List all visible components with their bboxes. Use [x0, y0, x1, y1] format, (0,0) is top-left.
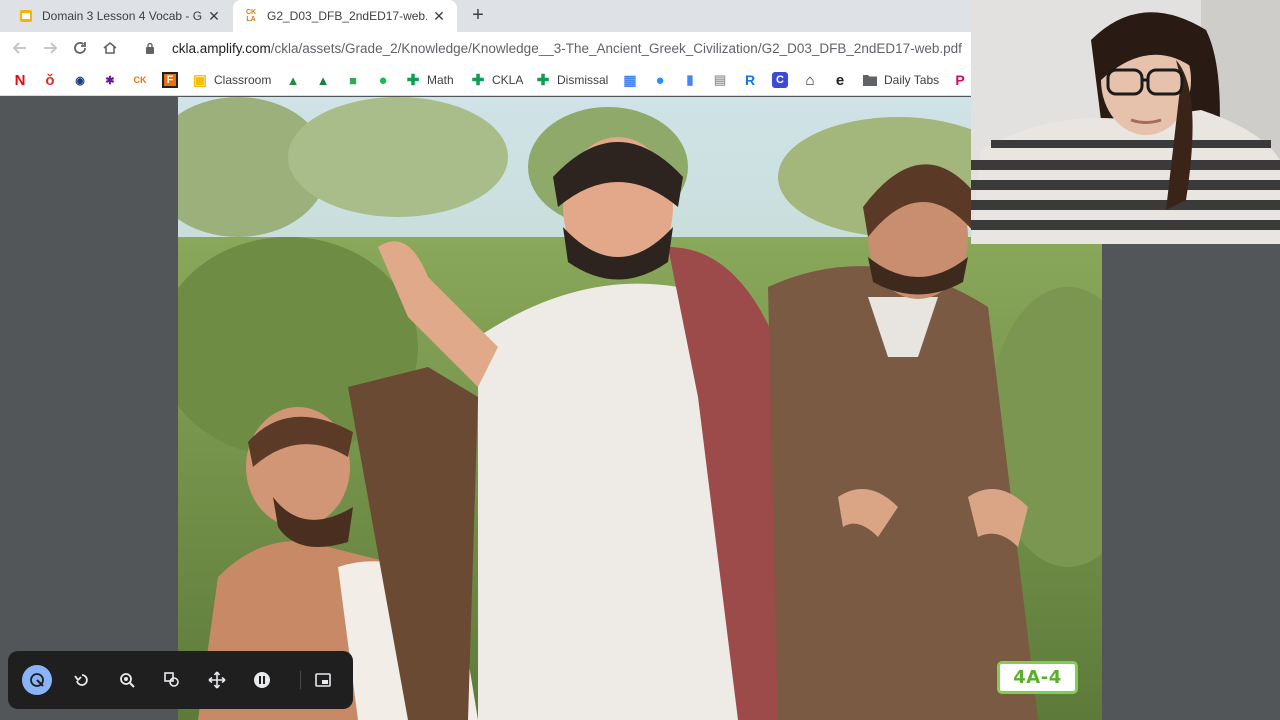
back-arrow-icon [12, 42, 26, 54]
c-icon: C [772, 72, 788, 88]
bookmark-label: Classroom [214, 73, 272, 87]
bookmark-f[interactable]: F [162, 70, 178, 90]
mask-icon: ◉ [75, 74, 85, 87]
spotlight-tool-button[interactable] [112, 665, 142, 695]
close-icon[interactable]: ✕ [431, 8, 447, 24]
doc-icon: ▤ [713, 72, 727, 87]
webcam-feed-image [971, 0, 1280, 244]
new-tab-button[interactable]: + [466, 4, 490, 28]
minimize-icon [315, 673, 331, 687]
p-icon: P [955, 72, 965, 88]
green-app-icon: ■ [349, 72, 357, 88]
ckla-icon: CK LA [245, 9, 257, 23]
tab-title: G2_D03_DFB_2ndED17-web.pdf [267, 9, 427, 23]
drive-icon: ▲ [316, 72, 330, 88]
e-icon: e [835, 71, 845, 89]
home-icon [103, 41, 117, 54]
folder-icon [862, 72, 878, 88]
reload-icon [74, 42, 86, 54]
spider-icon: ✱ [105, 74, 115, 87]
bookmark-doc[interactable]: ▤ [712, 70, 728, 90]
chart-icon: ▮ [686, 72, 694, 87]
cursor-icon [30, 673, 44, 687]
bookmark-mask[interactable]: ◉ [72, 70, 88, 90]
page-label-badge: 4A-4 [997, 661, 1078, 694]
greek-painting-image [178, 97, 1102, 720]
reload-button[interactable] [68, 36, 92, 60]
drive-icon: ▲ [286, 72, 300, 88]
green-circle-icon: ● [378, 71, 388, 89]
url-text: ckla.amplify.com/ckla/assets/Grade_2/Kno… [172, 41, 962, 56]
bookmark-blue-app[interactable]: ▦ [622, 70, 638, 90]
bookmark-zoom[interactable]: ● [652, 70, 668, 90]
toolbar-divider [300, 671, 301, 689]
bookmark-drive[interactable]: ▲ [285, 70, 301, 90]
browser-window: Domain 3 Lesson 4 Vocab - Goo ✕ CK LA G2… [0, 0, 1280, 720]
bookmark-drive-2[interactable]: ▲ [315, 70, 331, 90]
webcam-overlay [971, 0, 1280, 244]
move-tool-button[interactable] [202, 665, 232, 695]
bookmark-math[interactable]: ✚ Math [405, 70, 454, 90]
slides-icon [18, 8, 34, 24]
address-bar[interactable]: ckla.amplify.com/ckla/assets/Grade_2/Kno… [132, 34, 970, 62]
r-icon: R [744, 72, 756, 88]
close-icon[interactable]: ✕ [206, 8, 222, 24]
plus-icon: ✚ [536, 72, 550, 89]
tab-vocab-slides[interactable]: Domain 3 Lesson 4 Vocab - Goo ✕ [8, 0, 232, 32]
bookmark-ckla[interactable]: CK [132, 70, 148, 90]
bookmark-label: Math [427, 73, 454, 87]
blue-app-icon: ▦ [623, 71, 637, 88]
bookmark-dismissal[interactable]: ✚ Dismissal [535, 70, 609, 90]
pause-tool-button[interactable] [247, 665, 277, 695]
bookmark-label: Dismissal [557, 73, 609, 87]
forward-button[interactable] [38, 36, 62, 60]
ckla-icon: CK [133, 75, 147, 85]
netflix-icon: N [14, 71, 26, 89]
plus-icon: ✚ [471, 72, 485, 89]
bookmark-chart[interactable]: ▮ [682, 70, 698, 90]
f-icon: F [162, 72, 178, 88]
bookmark-r[interactable]: R [742, 70, 758, 90]
minimize-tool-button[interactable] [308, 665, 338, 695]
pointer-tool-button[interactable] [22, 665, 52, 695]
undo-icon [74, 674, 88, 686]
plus-icon: ✚ [406, 72, 420, 89]
move-icon [208, 671, 226, 689]
tab-title: Domain 3 Lesson 4 Vocab - Goo [42, 9, 202, 23]
zoom-icon: ● [655, 71, 665, 89]
bookmark-label: CKLA [492, 73, 524, 87]
bookmark-building[interactable]: ⌂ [802, 70, 818, 90]
bookmark-netflix[interactable]: N [12, 70, 28, 90]
bookmark-green-circle[interactable]: ● [375, 70, 391, 90]
bookmark-daily-tabs[interactable]: Daily Tabs [862, 70, 939, 90]
bookmark-label: Daily Tabs [884, 73, 940, 87]
undo-tool-button[interactable] [67, 665, 97, 695]
back-button[interactable] [8, 36, 32, 60]
forward-arrow-icon [44, 42, 58, 54]
pause-icon [254, 672, 270, 688]
shapes-icon [164, 672, 179, 687]
bookmark-classroom[interactable]: ▣ Classroom [192, 70, 271, 90]
classroom-icon: ▣ [192, 72, 208, 89]
pdf-page-illustration [178, 97, 1102, 720]
shapes-tool-button[interactable] [157, 665, 187, 695]
spotlight-icon [120, 673, 135, 688]
url-path: /ckla/assets/Grade_2/Knowledge/Knowledge… [270, 40, 962, 56]
home-button[interactable] [98, 36, 122, 60]
bookmark-c[interactable]: C [772, 70, 788, 90]
lock-icon [142, 40, 158, 56]
bookmark-green-app[interactable]: ■ [345, 70, 361, 90]
bookmark-apple[interactable]: ǒ [42, 70, 58, 90]
bookmark-ckla-plus[interactable]: ✚ CKLA [470, 70, 524, 90]
bookmark-e[interactable]: e [832, 70, 848, 90]
bookmark-spider[interactable]: ✱ [102, 70, 118, 90]
tab-pdf[interactable]: CK LA G2_D03_DFB_2ndED17-web.pdf ✕ [233, 0, 457, 32]
building-icon: ⌂ [805, 71, 815, 89]
annotation-toolbar [8, 651, 353, 709]
bookmark-p[interactable]: P [952, 70, 968, 90]
url-host: ckla.amplify.com [172, 40, 271, 56]
apple-icon: ǒ [45, 71, 55, 89]
